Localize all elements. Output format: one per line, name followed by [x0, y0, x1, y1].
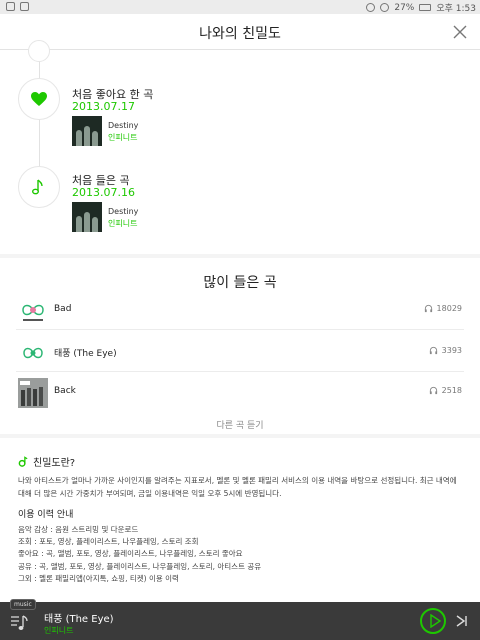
music-note-icon	[32, 179, 43, 195]
album-cover	[18, 338, 48, 368]
play-button[interactable]	[420, 608, 446, 634]
timeline-dot	[28, 40, 50, 62]
track-name: Back	[54, 386, 76, 396]
close-icon	[453, 25, 467, 39]
intimacy-timeline: 처음 좋아요 한 곡 2013.07.17 Destiny 인피니트 처음 들은…	[0, 40, 480, 254]
usage-line: 음악 감상 : 음원 스트리밍 및 다운로드	[18, 525, 139, 534]
music-badge: music	[10, 599, 36, 610]
usage-heading: 이용 이력 안내	[18, 510, 74, 520]
usage-line: 공유 : 곡, 앨범, 포토, 영상, 플레이리스트, 나우플레잉, 스토리, …	[18, 561, 262, 571]
song-name[interactable]: Destiny	[108, 121, 138, 130]
clock: 오후 1:53	[436, 4, 476, 14]
timeline-event-date: 2013.07.17	[72, 100, 135, 113]
mini-player[interactable]: music 태풍 (The Eye) 인피니트	[0, 599, 480, 640]
notification-icons	[6, 2, 29, 11]
artist-name[interactable]: 인피니트	[108, 132, 137, 143]
header: 나와의 친밀도	[0, 14, 480, 50]
battery-percent: 27%	[394, 2, 415, 13]
track-row[interactable]: 태풍 (The Eye) 3393	[16, 334, 464, 372]
track-name: Bad	[54, 304, 72, 314]
wifi-icon	[366, 3, 376, 12]
album-cover[interactable]	[72, 116, 102, 146]
play-count: 2518	[429, 386, 462, 395]
usage-line: 그외 : 멜론 패밀리앱(아지톡, 쇼핑, 티켓) 이용 이력	[18, 573, 179, 583]
album-cover	[18, 378, 48, 408]
most-played-heading: 많이 들은 곡	[203, 275, 277, 291]
timeline-event-date: 2013.07.16	[72, 186, 135, 199]
track-row[interactable]: Back 2518	[16, 374, 464, 412]
close-button[interactable]	[448, 20, 472, 44]
play-count: 18029	[424, 304, 462, 313]
headphones-icon	[429, 346, 437, 355]
usage-line: 좋아요 : 곡, 앨범, 포토, 영상, 플레이리스트, 나우플레잉, 스토리 …	[18, 549, 243, 559]
song-name[interactable]: Destiny	[108, 207, 138, 216]
play-icon	[430, 614, 442, 628]
music-note-icon	[18, 456, 28, 467]
headphones-icon	[429, 386, 437, 395]
intimacy-info-section: 친밀도란? 나와 아티스트가 얼마나 가까운 사이인지를 알려주는 지표로서, …	[0, 438, 480, 602]
player-artist[interactable]: 인피니트	[44, 625, 73, 636]
info-description: 나와 아티스트가 얼마나 가까운 사이인지를 알려주는 지표로서, 멜론 및 멜…	[18, 476, 457, 498]
headphones-icon	[424, 304, 432, 313]
page-title: 나와의 친밀도	[199, 26, 281, 42]
battery-icon	[419, 4, 432, 11]
playlist-button[interactable]	[10, 614, 30, 636]
music-note-icon-badge	[18, 166, 60, 208]
usage-list: 음악 감상 : 음원 스트리밍 및 다운로드 조회 : 포토, 영상, 플레이리…	[18, 524, 261, 585]
status-bar: 27% 오후 1:53	[0, 0, 480, 14]
artist-name[interactable]: 인피니트	[108, 218, 137, 229]
next-track-button[interactable]	[455, 613, 469, 632]
track-name: 태풍 (The Eye)	[54, 349, 117, 359]
notification-icon	[20, 2, 29, 11]
play-count: 3393	[429, 346, 462, 355]
heart-icon	[31, 92, 47, 106]
album-cover	[18, 296, 48, 326]
playlist-icon	[11, 615, 28, 630]
player-track-title[interactable]: 태풍 (The Eye)	[44, 610, 114, 625]
album-cover[interactable]	[72, 202, 102, 232]
more-songs-link[interactable]: 다른 곡 듣기	[0, 418, 480, 431]
track-row[interactable]: Bad 18029	[16, 292, 464, 330]
info-question: 친밀도란?	[18, 454, 75, 469]
notification-icon	[6, 2, 15, 11]
do-not-disturb-icon	[380, 3, 390, 12]
next-icon	[456, 615, 467, 627]
heart-icon-badge	[18, 78, 60, 120]
most-played-section: 많이 들은 곡 Bad 18029 태풍 (The Eye) 3393 Back…	[0, 258, 480, 434]
usage-line: 조회 : 포토, 영상, 플레이리스트, 나우플레잉, 스토리 조회	[18, 537, 199, 547]
